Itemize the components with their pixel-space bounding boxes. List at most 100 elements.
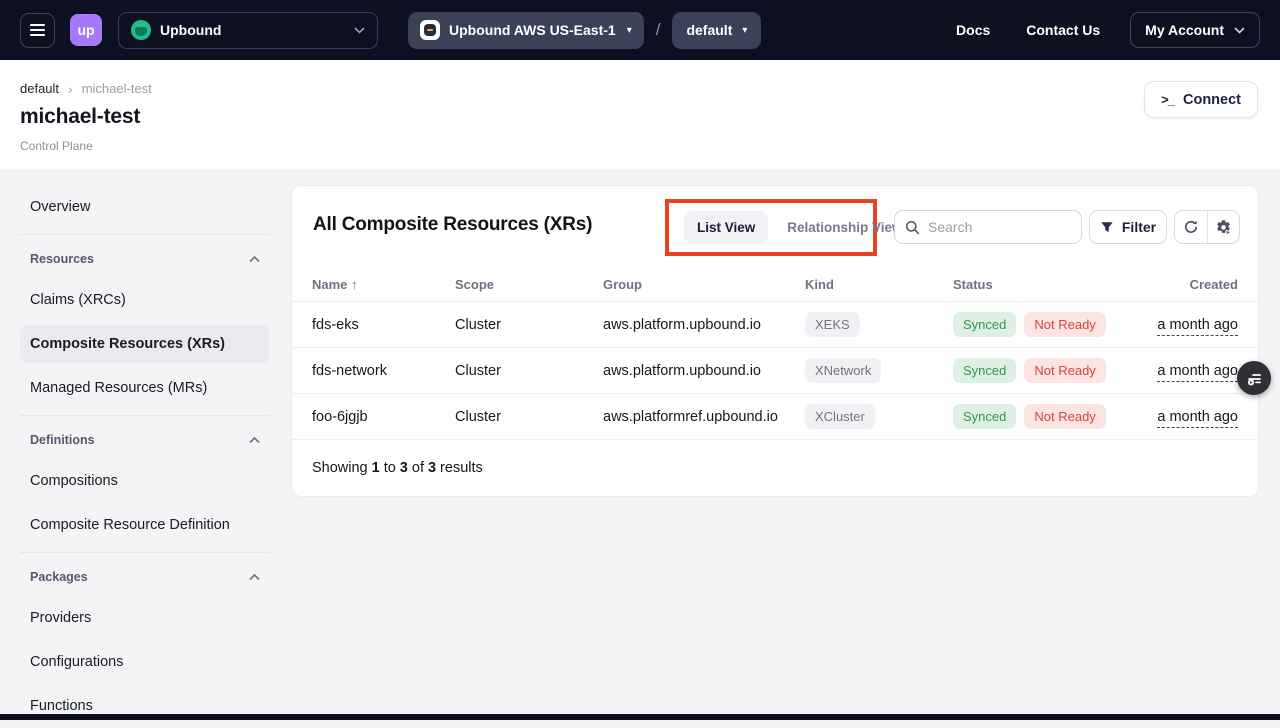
column-header-status[interactable]: Status (953, 277, 1153, 292)
contact-us-link[interactable]: Contact Us (1026, 22, 1100, 38)
sidebar-item-claims[interactable]: Claims (XRCs) (20, 278, 270, 322)
column-header-group[interactable]: Group (603, 277, 805, 292)
tab-relationship-view[interactable]: Relationship View (787, 220, 902, 235)
sidebar-item-configurations[interactable]: Configurations (20, 640, 270, 684)
panel-title: All Composite Resources (XRs) (313, 214, 592, 236)
composite-resources-panel: All Composite Resources (XRs) List View … (291, 185, 1259, 497)
cell-status: Synced Not Ready (953, 404, 1153, 429)
sidebar-item-overview[interactable]: Overview (20, 185, 270, 229)
breadcrumb-separator-icon: › (68, 82, 73, 96)
hamburger-icon (30, 24, 45, 26)
sidebar-divider (20, 234, 270, 235)
control-plane-name: Upbound AWS US-East-1 (449, 22, 616, 38)
table-actions-group (1174, 210, 1240, 244)
view-toggle-highlight-annotation: List View Relationship View (665, 199, 877, 256)
status-badge-not-ready: Not Ready (1024, 404, 1105, 429)
feedback-widget-button[interactable] (1237, 361, 1271, 395)
hamburger-menu-button[interactable] (20, 13, 55, 48)
breadcrumb-current: michael-test (82, 81, 152, 96)
cell-scope: Cluster (455, 317, 603, 333)
created-tooltip-trigger[interactable]: a month ago (1157, 317, 1238, 336)
cell-kind: XCluster (805, 404, 953, 429)
sort-ascending-icon: ↑ (351, 277, 358, 292)
search-input[interactable] (928, 219, 1071, 235)
sidebar-item-composite-resources[interactable]: Composite Resources (XRs) (20, 325, 270, 363)
sidebar-divider (20, 415, 270, 416)
auto-refresh-settings-button[interactable] (1207, 211, 1240, 243)
control-plane-select[interactable]: Upbound AWS US-East-1 ▾ (408, 12, 644, 49)
chevron-up-icon (249, 437, 260, 444)
column-header-kind[interactable]: Kind (805, 277, 953, 292)
connect-label: Connect (1183, 92, 1241, 108)
sidebar-item-providers[interactable]: Providers (20, 596, 270, 640)
sidebar-section-resources[interactable]: Resources (20, 240, 270, 278)
cell-name: fds-network (312, 363, 455, 379)
table-row[interactable]: foo-6jgjb Cluster aws.platformref.upboun… (292, 394, 1258, 440)
my-account-button[interactable]: My Account (1130, 12, 1260, 48)
page-title: michael-test (20, 105, 1260, 129)
page-subtitle: Control Plane (20, 139, 1260, 153)
table-row[interactable]: fds-eks Cluster aws.platform.upbound.io … (292, 302, 1258, 348)
breadcrumb-root[interactable]: default (20, 81, 59, 96)
sidebar: Overview Resources Claims (XRCs) Composi… (20, 185, 270, 728)
gear-play-icon (1215, 219, 1232, 236)
cell-status: Synced Not Ready (953, 358, 1153, 383)
sidebar-divider (20, 552, 270, 553)
status-badge-synced: Synced (953, 312, 1016, 337)
results-summary: Showing 1 to 3 of 3 results (292, 440, 1258, 496)
survey-list-icon (1245, 369, 1263, 387)
filter-funnel-icon (1100, 221, 1114, 234)
sidebar-item-functions[interactable]: Functions (20, 684, 270, 728)
refresh-button[interactable] (1175, 211, 1207, 243)
search-box (894, 210, 1082, 244)
panel-header: All Composite Resources (XRs) List View … (292, 186, 1258, 267)
kind-badge: XEKS (805, 312, 860, 337)
created-tooltip-trigger[interactable]: a month ago (1157, 409, 1238, 428)
chevron-up-icon (249, 574, 260, 581)
breadcrumb: default › michael-test (20, 81, 1260, 96)
caret-down-icon: ▾ (742, 25, 747, 36)
chevron-down-icon (1234, 27, 1245, 34)
namespace-name: default (686, 22, 732, 38)
column-header-created[interactable]: Created (1153, 277, 1238, 292)
cell-name: fds-eks (312, 317, 455, 333)
organization-select[interactable]: Upbound (118, 12, 378, 49)
column-header-name[interactable]: Name ↑ (312, 277, 455, 292)
control-plane-icon (420, 20, 440, 40)
chevron-down-icon (354, 27, 365, 34)
status-badge-not-ready: Not Ready (1024, 312, 1105, 337)
chevron-up-icon (249, 256, 260, 263)
status-badge-synced: Synced (953, 404, 1016, 429)
connect-button[interactable]: >_ Connect (1144, 81, 1258, 118)
filter-label: Filter (1122, 219, 1156, 235)
upbound-logo: up (70, 14, 102, 46)
status-badge-not-ready: Not Ready (1024, 358, 1105, 383)
sidebar-section-definitions[interactable]: Definitions (20, 421, 270, 459)
column-header-scope[interactable]: Scope (455, 277, 603, 292)
namespace-select[interactable]: default ▾ (672, 12, 761, 49)
created-tooltip-trigger[interactable]: a month ago (1157, 363, 1238, 382)
bottom-edge-bar (0, 714, 1280, 720)
table-header-row: Name ↑ Scope Group Kind Status Created (292, 267, 1258, 302)
page-header: default › michael-test michael-test Cont… (0, 60, 1280, 169)
cell-scope: Cluster (455, 363, 603, 379)
kind-badge: XNetwork (805, 358, 881, 383)
search-icon (905, 220, 920, 235)
results-total: 3 (428, 460, 436, 476)
cell-kind: XEKS (805, 312, 953, 337)
cell-group: aws.platformref.upbound.io (603, 409, 805, 425)
tab-list-view[interactable]: List View (684, 211, 768, 244)
filter-button[interactable]: Filter (1089, 210, 1167, 244)
cell-created: a month ago (1153, 317, 1238, 333)
refresh-icon (1183, 219, 1199, 235)
sidebar-item-managed-resources[interactable]: Managed Resources (MRs) (20, 366, 270, 410)
top-navbar: up Upbound Upbound AWS US-East-1 ▾ / def… (0, 0, 1280, 60)
docs-link[interactable]: Docs (956, 22, 990, 38)
cell-name: foo-6jgjb (312, 409, 455, 425)
sidebar-item-composite-resource-definition[interactable]: Composite Resource Definition (20, 503, 270, 547)
table-row[interactable]: fds-network Cluster aws.platform.upbound… (292, 348, 1258, 394)
sidebar-section-packages[interactable]: Packages (20, 558, 270, 596)
sidebar-item-compositions[interactable]: Compositions (20, 459, 270, 503)
caret-down-icon: ▾ (627, 25, 632, 36)
cell-group: aws.platform.upbound.io (603, 317, 805, 333)
